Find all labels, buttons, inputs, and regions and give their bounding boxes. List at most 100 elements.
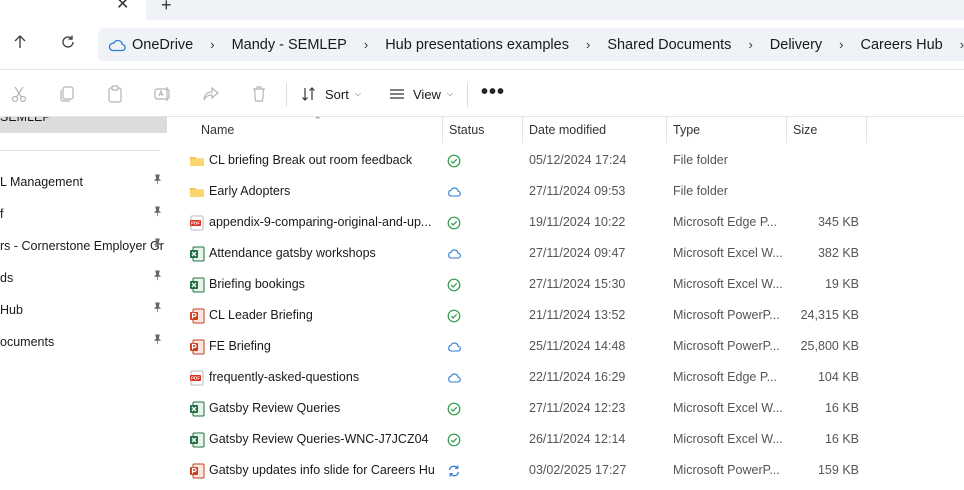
chevron-right-icon[interactable]: › (364, 37, 368, 52)
sort-label: Sort (325, 86, 349, 102)
powerpoint-file-icon (189, 339, 205, 355)
share-icon[interactable] (201, 84, 221, 104)
file-size: 104 KB (817, 370, 859, 384)
status-cloud-icon (447, 185, 461, 199)
chevron-right-icon[interactable]: › (839, 37, 843, 52)
file-row[interactable]: FE Briefing 25/11/2024 14:48 Microsoft Pow… (170, 331, 964, 362)
sort-ascending-icon: ⌃ (314, 117, 322, 125)
file-name[interactable]: Briefing bookings (209, 277, 434, 291)
cut-icon[interactable] (9, 84, 29, 104)
status-available-icon (447, 402, 461, 416)
copy-icon[interactable] (57, 84, 77, 104)
file-date-modified: 22/11/2024 16:29 (529, 370, 626, 384)
sort-icon (302, 87, 315, 101)
view-button[interactable]: View ⌵ (389, 83, 453, 105)
breadcrumb-item[interactable]: Careers Hub (861, 37, 943, 53)
file-row[interactable]: PDF appendix-9-comparing-original-and-up.… (170, 207, 964, 238)
file-name[interactable]: Gatsby Review Queries-WNC-J7JCZ04 (209, 432, 434, 446)
tab-strip: ✕ + (0, 0, 964, 20)
file-row[interactable]: Gatsby Review Queries 27/11/2024 12:23 Mic… (170, 393, 964, 424)
chevron-right-icon[interactable]: › (748, 37, 752, 52)
file-name[interactable]: Gatsby Review Queries (209, 401, 434, 415)
file-type: Microsoft PowerP... (673, 308, 780, 322)
svg-text:PDF: PDF (191, 376, 200, 381)
delete-icon[interactable] (249, 84, 269, 104)
file-type: Microsoft Excel W... (673, 246, 783, 260)
sidebar-item-label: rs - Cornerstone Employer Gr (0, 239, 164, 253)
column-divider[interactable] (666, 117, 667, 143)
file-row[interactable]: PDF frequently-asked-questions 22/11/2024 … (170, 362, 964, 393)
file-date-modified: 27/11/2024 09:53 (529, 184, 626, 198)
sidebar-item[interactable]: f (0, 198, 167, 230)
column-header-type[interactable]: Type (673, 123, 700, 137)
file-date-modified: 27/11/2024 12:23 (529, 401, 626, 415)
excel-file-icon (189, 401, 205, 417)
sort-button[interactable]: Sort ⌵ (301, 83, 361, 105)
breadcrumb-item[interactable]: Delivery (770, 37, 822, 53)
file-row[interactable]: Gatsby updates info slide for Careers Hu… (170, 455, 964, 486)
chevron-right-icon[interactable]: › (210, 37, 214, 52)
file-name[interactable]: Early Adopters (209, 184, 434, 198)
view-label: View (413, 86, 441, 102)
file-name[interactable]: Gatsby updates info slide for Careers Hu… (209, 463, 434, 477)
svg-text:PDF: PDF (191, 221, 200, 226)
arrow-up-icon[interactable] (10, 34, 30, 54)
file-date-modified: 03/02/2025 17:27 (529, 463, 627, 477)
column-header-status[interactable]: Status (449, 123, 484, 137)
sidebar-item[interactable]: rs - Cornerstone Employer Gr (0, 230, 167, 262)
sidebar-item[interactable]: ds (0, 262, 167, 294)
excel-file-icon (189, 246, 205, 262)
file-type: Microsoft Edge P... (673, 215, 777, 229)
column-divider[interactable] (866, 117, 867, 143)
file-type: Microsoft Excel W... (673, 432, 783, 446)
file-type: Microsoft PowerP... (673, 463, 780, 477)
status-available-icon (447, 154, 461, 168)
more-options-button[interactable]: ••• (481, 81, 505, 104)
file-date-modified: 26/11/2024 12:14 (529, 432, 626, 446)
file-row[interactable]: CL Leader Briefing 21/11/2024 13:52 Micros… (170, 300, 964, 331)
file-name[interactable]: FE Briefing (209, 339, 434, 353)
tab-close-icon[interactable]: ✕ (116, 0, 129, 13)
file-size: 382 KB (817, 246, 859, 260)
file-row[interactable]: CL briefing Break out room feedback 05/12… (170, 145, 964, 176)
file-size: 19 KB (824, 277, 859, 291)
file-type: File folder (673, 153, 728, 167)
column-divider[interactable] (522, 117, 523, 143)
chevron-right-icon[interactable]: › (586, 37, 590, 52)
refresh-icon[interactable] (58, 34, 78, 54)
sidebar-item[interactable]: ocuments (0, 326, 167, 358)
file-row[interactable]: Early Adopters 27/11/2024 09:53 File folde… (170, 176, 964, 207)
breadcrumb-item[interactable]: Hub presentations examples (385, 37, 569, 53)
file-name[interactable]: Attendance gatsby workshops (209, 246, 434, 260)
toolbar-divider (286, 83, 287, 107)
rename-icon[interactable] (153, 84, 173, 104)
sidebar-item[interactable]: L Management (0, 166, 167, 198)
paste-icon[interactable] (105, 84, 125, 104)
breadcrumb-item[interactable]: OneDrive (132, 37, 193, 53)
breadcrumb-item[interactable]: Mandy - SEMLEP (232, 37, 347, 53)
pin-icon (152, 166, 164, 198)
file-row[interactable]: Attendance gatsby workshops 27/11/2024 09… (170, 238, 964, 269)
file-type: Microsoft Excel W... (673, 401, 783, 415)
column-divider[interactable] (786, 117, 787, 143)
file-name[interactable]: CL briefing Break out room feedback (209, 153, 434, 167)
file-name[interactable]: frequently-asked-questions (209, 370, 434, 384)
sidebar-item[interactable]: Hub (0, 294, 167, 326)
column-header-name[interactable]: Name (201, 123, 234, 137)
new-tab-icon[interactable]: + (161, 0, 172, 14)
toolbar-divider (467, 83, 468, 107)
file-row[interactable]: Briefing bookings 27/11/2024 15:30 Microso… (170, 269, 964, 300)
file-size: 159 KB (817, 463, 859, 477)
column-header-size[interactable]: Size (793, 123, 817, 137)
file-name[interactable]: appendix-9-comparing-original-and-up... (209, 215, 434, 229)
sidebar-item[interactable]: SEMLEP (0, 117, 167, 133)
column-divider[interactable] (442, 117, 443, 143)
breadcrumb-item[interactable]: Shared Documents (607, 37, 731, 53)
file-row[interactable]: Gatsby Review Queries-WNC-J7JCZ04 26/11/2… (170, 424, 964, 455)
address-bar[interactable]: OneDrive › Mandy - SEMLEP › Hub presentation… (98, 28, 964, 61)
chevron-right-icon[interactable]: › (960, 37, 964, 52)
tab-current[interactable]: ✕ (0, 0, 146, 20)
column-header-date[interactable]: Date modified (529, 123, 606, 137)
file-name[interactable]: CL Leader Briefing (209, 308, 434, 322)
status-cloud-icon (447, 340, 461, 354)
